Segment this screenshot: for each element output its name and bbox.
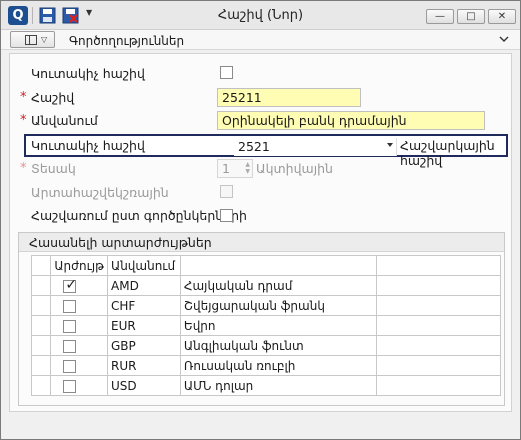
- maximize-button[interactable]: □: [457, 9, 485, 24]
- table-row[interactable]: RUR Ռուսական ռուբլի: [30, 355, 502, 376]
- empty-cell[interactable]: [375, 355, 502, 376]
- column-header[interactable]: [375, 255, 502, 276]
- panel-toggle-button[interactable]: ▽: [10, 31, 55, 48]
- account-form: Կուտակիչ հաշիվ * Հաշիվ 25211 * Անվանում …: [9, 53, 512, 412]
- currency-name-cell[interactable]: ԱՄՆ դոլար: [179, 375, 377, 396]
- currency-name-cell[interactable]: Անգլիական ֆունտ: [179, 335, 377, 356]
- currency-code-cell[interactable]: USD: [107, 375, 181, 396]
- currency-checkbox[interactable]: [63, 339, 77, 353]
- row-indicator-cell[interactable]: [30, 335, 52, 356]
- type-description: Ակտիվային: [256, 161, 333, 176]
- row-indicator-cell[interactable]: [30, 355, 52, 376]
- operations-bar: ▽ Գործողություններ: [1, 30, 520, 50]
- table-row[interactable]: ✓ AMD Հայկական դրամ: [30, 275, 502, 296]
- column-header[interactable]: [30, 255, 52, 276]
- select-cell[interactable]: [50, 355, 108, 376]
- select-cell[interactable]: [50, 375, 108, 396]
- name-label: Անվանում: [31, 113, 98, 128]
- dropdown-arrow-icon[interactable]: [387, 143, 393, 147]
- currency-checkbox[interactable]: ✓: [63, 276, 78, 293]
- type-value: 1: [222, 161, 230, 176]
- accumulative-label: Կուտակիչ հաշիվ: [31, 66, 145, 81]
- currency-checkbox[interactable]: [63, 379, 77, 393]
- table-row[interactable]: CHF Շվեյցարական ֆրանկ: [30, 295, 502, 316]
- status-bar: [1, 419, 520, 439]
- select-cell[interactable]: [50, 335, 108, 356]
- minimize-button[interactable]: —: [426, 9, 454, 24]
- required-mark: *: [20, 113, 27, 128]
- row-indicator-cell[interactable]: [30, 295, 52, 316]
- accum-account-row: Կուտակիչ հաշիվ 2521 Հաշվարկային հաշիվ: [24, 134, 508, 168]
- column-header[interactable]: Անվանում: [107, 255, 181, 276]
- select-cell[interactable]: ✓: [50, 275, 108, 296]
- by-partners-checkbox[interactable]: [220, 209, 233, 222]
- account-input[interactable]: 25211: [217, 88, 361, 107]
- panel-icon: [25, 35, 37, 45]
- group-title: Հասանելի արտարժույթներ: [29, 235, 212, 250]
- currency-code-cell[interactable]: AMD: [107, 275, 181, 296]
- required-mark: *: [20, 161, 27, 176]
- row-indicator-cell[interactable]: [30, 375, 52, 396]
- row-indicator-cell[interactable]: [30, 315, 52, 336]
- operations-label[interactable]: Գործողություններ: [69, 34, 184, 48]
- currency-checkbox[interactable]: [63, 299, 77, 313]
- select-cell[interactable]: [50, 295, 108, 316]
- column-header[interactable]: [179, 255, 377, 276]
- currency-code-cell[interactable]: GBP: [107, 335, 181, 356]
- type-label: Տեսակ: [31, 161, 76, 176]
- accum-account-value: 2521: [238, 139, 270, 154]
- currency-name-cell[interactable]: Եվրո: [179, 315, 377, 336]
- row-indicator-cell[interactable]: [30, 275, 52, 296]
- close-button[interactable]: ✕: [488, 9, 516, 24]
- type-spinner: 1 ▲ ▼: [217, 159, 253, 178]
- currency-name-cell[interactable]: Շվեյցարական ֆրանկ: [179, 295, 377, 316]
- available-currencies-group: Հասանելի արտարժույթներ Արժույթ Անվանում …: [18, 232, 505, 406]
- empty-cell[interactable]: [375, 295, 502, 316]
- currency-code-cell[interactable]: RUR: [107, 355, 181, 376]
- check-icon: ✓: [65, 276, 78, 293]
- accum-account-description: Հաշվարկային հաշիվ: [400, 138, 495, 168]
- spinner-arrows-icon: ▲ ▼: [245, 161, 250, 175]
- group-header: Հասանելի արտարժույթներ: [19, 233, 504, 252]
- table-row[interactable]: GBP Անգլիական ֆունտ: [30, 335, 502, 356]
- table-header-row: Արժույթ Անվանում: [30, 255, 502, 276]
- collapse-chevron-icon[interactable]: [498, 33, 510, 45]
- name-input[interactable]: Օրինակելի բանկ դրամային: [217, 111, 485, 130]
- chevron-down-icon: ▽: [41, 35, 48, 44]
- currency-code-cell[interactable]: CHF: [107, 295, 181, 316]
- currency-name-cell[interactable]: Ռուսական ռուբլի: [179, 355, 377, 376]
- offbalance-checkbox: [220, 185, 233, 198]
- currencies-table: Արժույթ Անվանում ✓ AMD Հայկական դրամ CHF Շվե…: [30, 255, 502, 396]
- offbalance-label: Արտահաշվեկշռային: [31, 185, 169, 200]
- currency-code-cell[interactable]: EUR: [107, 315, 181, 336]
- table-row[interactable]: EUR Եվրո: [30, 315, 502, 336]
- table-row[interactable]: USD ԱՄՆ դոլար: [30, 375, 502, 396]
- empty-cell[interactable]: [375, 375, 502, 396]
- select-cell[interactable]: [50, 315, 108, 336]
- currency-checkbox[interactable]: [63, 359, 77, 373]
- empty-cell[interactable]: [375, 315, 502, 336]
- account-window: Q ▼ Հաշիվ (Նոր) — □ ✕ ▽ Գործողություններ…: [0, 0, 521, 440]
- account-label: Հաշիվ: [31, 90, 75, 105]
- required-mark: *: [20, 90, 27, 105]
- title-bar[interactable]: Q ▼ Հաշիվ (Նոր) — □ ✕: [1, 1, 520, 30]
- currency-name-cell[interactable]: Հայկական դրամ: [179, 275, 377, 296]
- empty-cell[interactable]: [375, 275, 502, 296]
- accum-account-label: Կուտակիչ հաշիվ: [31, 138, 145, 153]
- column-header[interactable]: Արժույթ: [50, 255, 108, 276]
- accumulative-checkbox[interactable]: [220, 66, 233, 79]
- currency-checkbox[interactable]: [63, 319, 77, 333]
- accum-account-select[interactable]: 2521: [234, 138, 397, 156]
- empty-cell[interactable]: [375, 335, 502, 356]
- by-partners-label: Հաշվառում ըստ գործընկերների: [31, 208, 247, 223]
